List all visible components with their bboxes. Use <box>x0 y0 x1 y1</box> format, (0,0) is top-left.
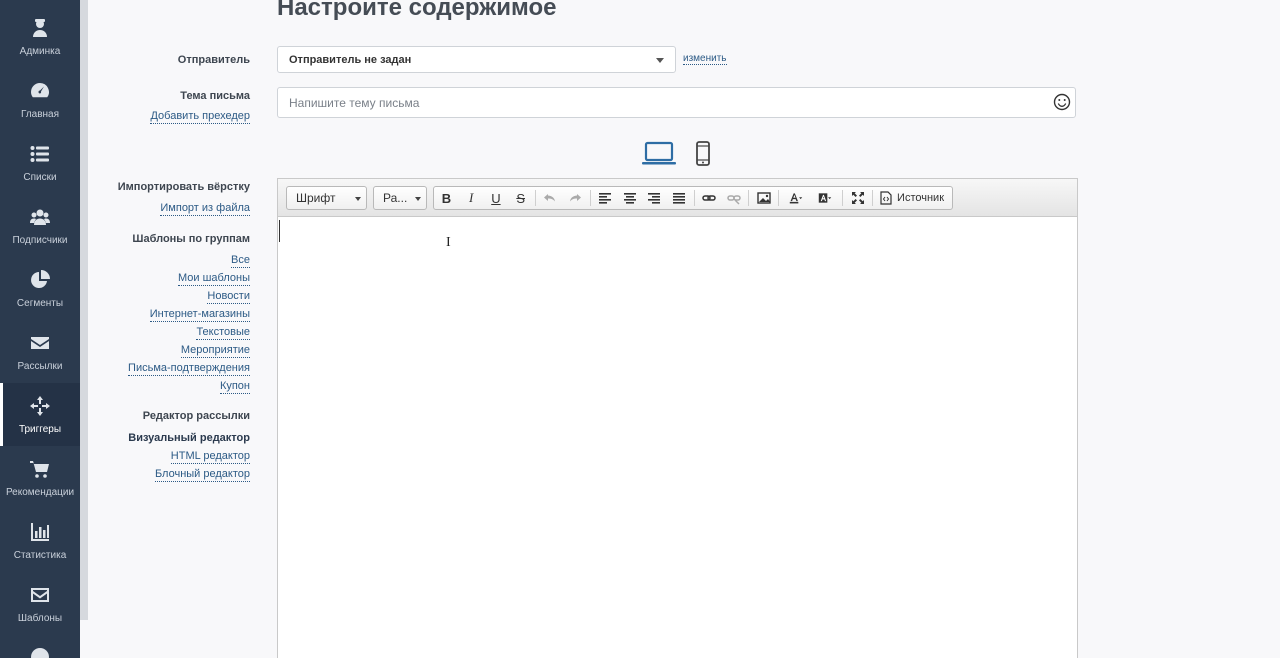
underline-icon[interactable]: U <box>484 187 509 209</box>
template-group-event[interactable]: Мероприятие <box>180 343 250 358</box>
sidebar-item-segments[interactable]: Сегменты <box>0 257 80 320</box>
bar-chart-icon <box>29 521 51 543</box>
text-caret <box>279 220 280 242</box>
sender-select[interactable]: Отправитель не задан <box>277 46 676 73</box>
toolbar-separator <box>748 190 750 206</box>
font-select-value: Шрифт <box>296 191 336 205</box>
mail-template-icon <box>29 584 51 606</box>
sidebar-item-label: Шаблоны <box>17 612 63 624</box>
add-preheader-link[interactable]: Добавить прехедер <box>150 109 250 124</box>
sidebar-item-templates[interactable]: Шаблоны <box>0 572 80 635</box>
import-label: Импортировать вёрстку <box>117 181 250 193</box>
chevron-down-icon <box>355 197 361 201</box>
desktop-preview-icon[interactable] <box>641 141 677 167</box>
sidebar-item-label: Рассылки <box>17 360 63 372</box>
fullscreen-icon[interactable] <box>845 187 870 209</box>
redo-icon[interactable] <box>563 187 588 209</box>
template-group-mine[interactable]: Мои шаблоны <box>178 271 250 286</box>
toolbar-separator <box>872 190 874 206</box>
template-group-confirmation[interactable]: Письма-подтверждения <box>128 361 250 376</box>
sidebar-item-lists[interactable]: Списки <box>0 131 80 194</box>
dashboard-icon <box>29 80 51 102</box>
font-size-select[interactable]: Ра... <box>373 186 427 210</box>
editor-mode-block[interactable]: Блочный редактор <box>154 467 250 482</box>
sidebar-item-statistics[interactable]: Статистика <box>0 509 80 572</box>
templates-label: Шаблоны по группам <box>132 233 250 245</box>
source-button-label: Источник <box>897 192 945 204</box>
italic-icon[interactable]: I <box>459 187 484 209</box>
crosshair-icon <box>29 395 51 417</box>
bold-icon[interactable]: B <box>434 187 459 209</box>
sidebar-nav: Админка Главная Списки Подписчики Сегмен… <box>0 0 80 658</box>
chevron-down-icon <box>656 58 664 63</box>
change-sender-link[interactable]: изменить <box>683 53 727 65</box>
sender-select-value: Отправитель не задан <box>289 54 412 66</box>
sidebar-item-label: Подписчики <box>12 234 68 246</box>
sidebar-item-label: Триггеры <box>18 423 62 435</box>
sidebar-item-label: Сегменты <box>16 297 64 309</box>
template-group-text[interactable]: Текстовые <box>196 325 250 340</box>
template-group-shops[interactable]: Интернет-магазины <box>149 307 250 322</box>
sidebar-item-label: Статистика <box>13 549 67 561</box>
sidebar-item-mailings[interactable]: Рассылки <box>0 320 80 383</box>
mobile-preview-icon[interactable] <box>694 141 712 167</box>
toolbar-separator <box>693 190 695 206</box>
subject-input[interactable] <box>277 87 1076 118</box>
sidebar-item-label: Админка <box>19 45 61 57</box>
sidebar-item-recommendations[interactable]: Рекомендации <box>0 446 80 509</box>
strikethrough-icon[interactable]: S <box>508 187 533 209</box>
font-select[interactable]: Шрифт <box>286 186 367 210</box>
align-justify-icon[interactable] <box>667 187 692 209</box>
undo-icon[interactable] <box>538 187 563 209</box>
sidebar-item-label: Списки <box>23 171 57 183</box>
text-cursor-icon: I <box>446 235 451 250</box>
link-icon[interactable] <box>697 187 722 209</box>
sidebar-item-admin[interactable]: Админка <box>0 5 80 68</box>
unlink-icon[interactable] <box>721 187 746 209</box>
page-title: Настроите содержимое <box>277 0 557 21</box>
toolbar-separator <box>589 190 591 206</box>
help-icon[interactable] <box>31 648 49 658</box>
envelope-icon <box>29 332 51 354</box>
editor-mode-label: Редактор рассылки <box>142 410 250 422</box>
sidebar-item-label: Главная <box>20 108 60 120</box>
image-icon[interactable] <box>751 187 776 209</box>
admin-icon <box>29 17 51 39</box>
sidebar-item-label: Рекомендации <box>5 486 75 498</box>
chevron-down-icon <box>415 197 421 201</box>
template-group-news[interactable]: Новости <box>207 289 250 304</box>
wysiwyg-editor[interactable]: Шрифт Ра... B I U S Источник <box>277 178 1078 658</box>
pie-chart-icon <box>29 269 51 291</box>
editor-toolbar: Шрифт Ра... B I U S Источник <box>278 179 1077 217</box>
users-icon <box>29 206 51 228</box>
import-file-link[interactable]: Импорт из файла <box>160 201 250 216</box>
cart-icon <box>29 458 51 480</box>
align-right-icon[interactable] <box>642 187 667 209</box>
template-group-all[interactable]: Все <box>231 253 250 268</box>
toolbar-separator <box>535 190 537 206</box>
align-center-icon[interactable] <box>617 187 642 209</box>
source-button[interactable]: Источник <box>875 187 952 209</box>
sidebar-item-home[interactable]: Главная <box>0 68 80 131</box>
sidebar-item-triggers[interactable]: Триггеры <box>0 383 80 446</box>
align-left-icon[interactable] <box>593 187 618 209</box>
font-size-select-value: Ра... <box>383 191 408 205</box>
subject-label: Тема письма <box>180 90 250 102</box>
sidebar-divider <box>80 0 88 620</box>
editor-mode-html[interactable]: HTML редактор <box>170 449 250 464</box>
sender-label: Отправитель <box>177 54 250 66</box>
emoji-icon[interactable] <box>1053 93 1071 111</box>
sidebar-item-subscribers[interactable]: Подписчики <box>0 194 80 257</box>
editor-mode-visual[interactable]: Визуальный редактор <box>128 431 250 445</box>
text-color-icon[interactable] <box>781 187 811 209</box>
toolbar-separator <box>842 190 844 206</box>
template-group-coupon[interactable]: Купон <box>219 379 250 394</box>
background-color-icon[interactable] <box>811 187 841 209</box>
formatting-buttons: B I U S Источник <box>433 186 953 210</box>
list-icon <box>29 143 51 165</box>
source-code-icon <box>880 191 892 205</box>
toolbar-separator <box>777 190 779 206</box>
